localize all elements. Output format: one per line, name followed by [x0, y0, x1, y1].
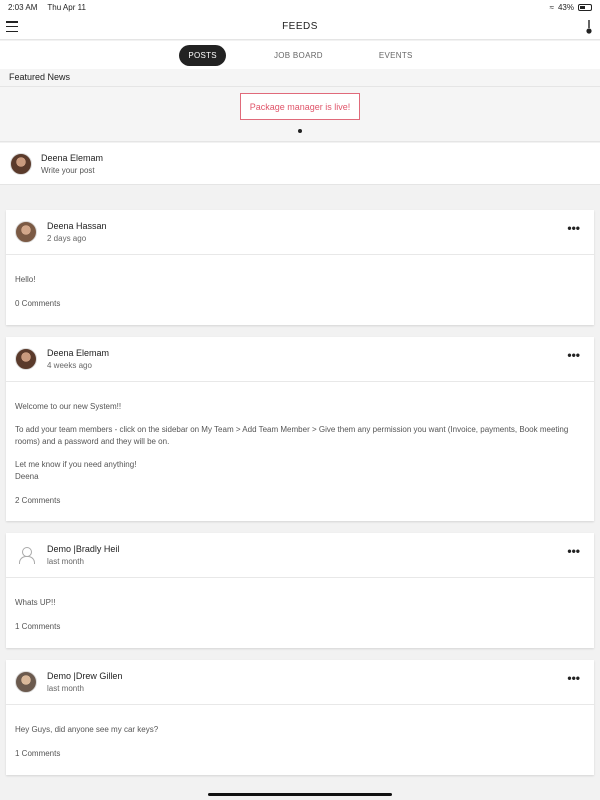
post-text: To add your team members - click on the … [15, 425, 569, 446]
status-right: ≈ 43% [550, 3, 592, 12]
post-time: last month [47, 557, 84, 566]
tab-job-board[interactable]: JOB BOARD [266, 45, 331, 66]
avatar[interactable] [15, 671, 37, 693]
post-author[interactable]: Deena Hassan [47, 221, 107, 231]
post-author[interactable]: Demo |Bradly Heil [47, 544, 119, 554]
post-card: Deena Hassan 2 days ago ••• Hello! 0 Com… [6, 210, 594, 325]
page-title: FEEDS [282, 21, 318, 32]
tab-posts[interactable]: POSTS [179, 44, 226, 66]
avatar [10, 152, 32, 175]
post-header: Deena Hassan 2 days ago ••• [6, 210, 594, 255]
post-card: Demo |Bradly Heil last month ••• Whats U… [6, 533, 594, 648]
post-text: Let me know if you need anything! Deena [15, 460, 137, 481]
post-body: Hello! [6, 255, 594, 286]
status-time: 2:03 AM [8, 2, 38, 12]
post-header: Demo |Drew Gillen last month ••• [6, 660, 594, 705]
post-text: Hello! [15, 275, 36, 284]
nav-bar: FEEDS [0, 14, 600, 40]
post-author[interactable]: Demo |Drew Gillen [47, 671, 122, 681]
wifi-icon: ≈ [549, 2, 554, 12]
status-bar: 2:03 AM Thu Apr 11 ≈ 43% [0, 0, 600, 14]
post-body: Hey Guys, did anyone see my car keys? [6, 705, 594, 736]
tab-events[interactable]: EVENTS [371, 45, 421, 66]
status-date: Thu Apr 11 [47, 2, 86, 12]
home-indicator[interactable] [208, 793, 392, 796]
post-comments-link[interactable]: 0 Comments [6, 297, 594, 308]
post-author[interactable]: Deena Elemam [47, 348, 109, 358]
post-comments-link[interactable]: 2 Comments [6, 494, 594, 505]
battery-icon [578, 3, 592, 11]
featured-news-carousel[interactable]: Package manager is live! [0, 87, 600, 142]
more-options-icon[interactable]: ••• [567, 348, 580, 362]
featured-news-item[interactable]: Package manager is live! [240, 93, 360, 120]
more-options-icon[interactable]: ••• [567, 671, 580, 685]
carousel-page-dot[interactable] [298, 129, 302, 133]
post-comments-link[interactable]: 1 Comments [6, 620, 594, 631]
post-text: Hey Guys, did anyone see my car keys? [15, 725, 159, 734]
post-body: Whats UP!! [6, 578, 594, 609]
post-time: last month [47, 684, 84, 693]
post-comments-link[interactable]: 1 Comments [6, 747, 594, 758]
post-body: Welcome to our new System!! To add your … [6, 382, 594, 483]
battery-percent: 43% [557, 2, 574, 12]
more-options-icon[interactable]: ••• [567, 544, 580, 558]
post-text: Whats UP!! [15, 598, 56, 607]
post-header: Demo |Bradly Heil last month ••• [6, 533, 594, 578]
composer-user-name: Deena Elemam [41, 152, 104, 163]
post-time: 2 days ago [47, 234, 87, 243]
post-card: Deena Elemam 4 weeks ago ••• Welcome to … [6, 337, 594, 521]
post-composer[interactable]: Deena Elemam Write your post [0, 143, 600, 185]
brush-icon[interactable] [584, 20, 594, 34]
post-header: Deena Elemam 4 weeks ago ••• [6, 337, 594, 382]
featured-news-header: Featured News [0, 69, 600, 87]
feed-tabs: POSTS JOB BOARD EVENTS [0, 41, 600, 69]
user-placeholder-icon[interactable] [15, 544, 37, 566]
composer-placeholder[interactable]: Write your post [41, 166, 103, 175]
avatar[interactable] [15, 221, 37, 243]
avatar[interactable] [15, 348, 37, 370]
post-card: Demo |Drew Gillen last month ••• Hey Guy… [6, 660, 594, 775]
more-options-icon[interactable]: ••• [567, 221, 580, 235]
post-time: 4 weeks ago [47, 361, 92, 370]
menu-icon[interactable] [6, 21, 18, 32]
post-text: Welcome to our new System!! [15, 402, 122, 411]
